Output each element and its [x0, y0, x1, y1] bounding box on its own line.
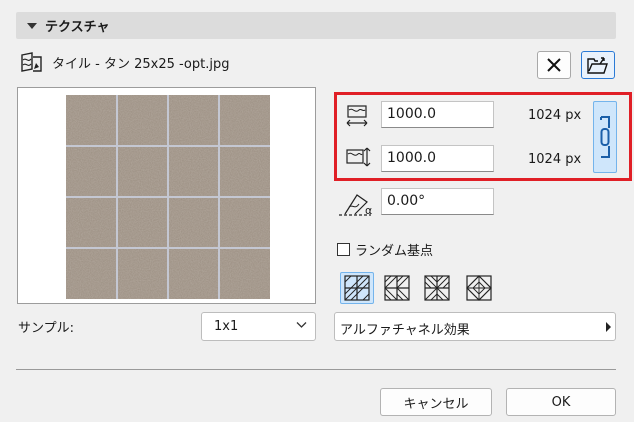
texture-height-icon	[346, 147, 371, 167]
tile-texture-image	[66, 95, 270, 299]
svg-text:α: α	[365, 204, 372, 217]
texture-angle-icon: α	[339, 194, 372, 217]
texture-section-header[interactable]: テクスチャ	[16, 12, 616, 39]
sample-label: サンプル:	[18, 321, 74, 336]
chain-link-icon	[600, 116, 610, 158]
texture-width-px: 1024 px	[528, 108, 582, 123]
pattern-diamond-icon	[466, 275, 492, 301]
sample-select-value: 1x1	[214, 319, 239, 334]
file-name: タイル - タン 25x25 -opt.jpg	[52, 56, 230, 72]
pattern-herringbone-h-icon	[424, 275, 450, 301]
random-origin-checkbox[interactable]	[337, 243, 350, 256]
alpha-channel-effect-button[interactable]: アルファチャネル効果	[334, 312, 616, 341]
submenu-arrow-icon	[606, 322, 611, 332]
sample-select[interactable]: 1x1	[201, 312, 316, 341]
pattern-herringbone-v-icon	[384, 275, 410, 301]
texture-preview	[17, 87, 316, 304]
remove-texture-button[interactable]	[537, 51, 571, 79]
texture-width-icon	[346, 105, 368, 127]
pattern-herringbone-h-button[interactable]	[420, 272, 454, 304]
pattern-straight-button[interactable]	[340, 272, 374, 304]
cancel-button[interactable]: キャンセル	[380, 388, 492, 416]
chevron-down-icon	[296, 322, 307, 328]
close-icon	[547, 58, 561, 72]
link-dimensions-button[interactable]	[593, 101, 617, 173]
pattern-straight-icon	[344, 275, 370, 301]
export-texture-button[interactable]	[581, 51, 615, 79]
alpha-channel-effect-label: アルファチャネル効果	[340, 323, 470, 338]
texture-file-icon	[21, 52, 42, 72]
texture-height-px: 1024 px	[528, 152, 582, 167]
texture-height-input[interactable]: 1000.0	[381, 145, 494, 172]
export-folder-icon	[587, 57, 608, 74]
texture-width-input[interactable]: 1000.0	[381, 101, 494, 128]
random-origin-checkbox-row[interactable]: ランダム基点	[337, 240, 433, 259]
file-row: タイル - タン 25x25 -opt.jpg	[20, 50, 229, 74]
pattern-diamond-button[interactable]	[462, 272, 496, 304]
footer-divider	[16, 369, 616, 370]
section-title: テクスチャ	[45, 20, 110, 35]
collapse-triangle-icon[interactable]	[27, 22, 37, 29]
ok-button[interactable]: OK	[506, 388, 616, 416]
texture-angle-input[interactable]: 0.00°	[381, 188, 494, 215]
random-origin-label: ランダム基点	[355, 244, 434, 259]
pattern-herringbone-v-button[interactable]	[380, 272, 414, 304]
